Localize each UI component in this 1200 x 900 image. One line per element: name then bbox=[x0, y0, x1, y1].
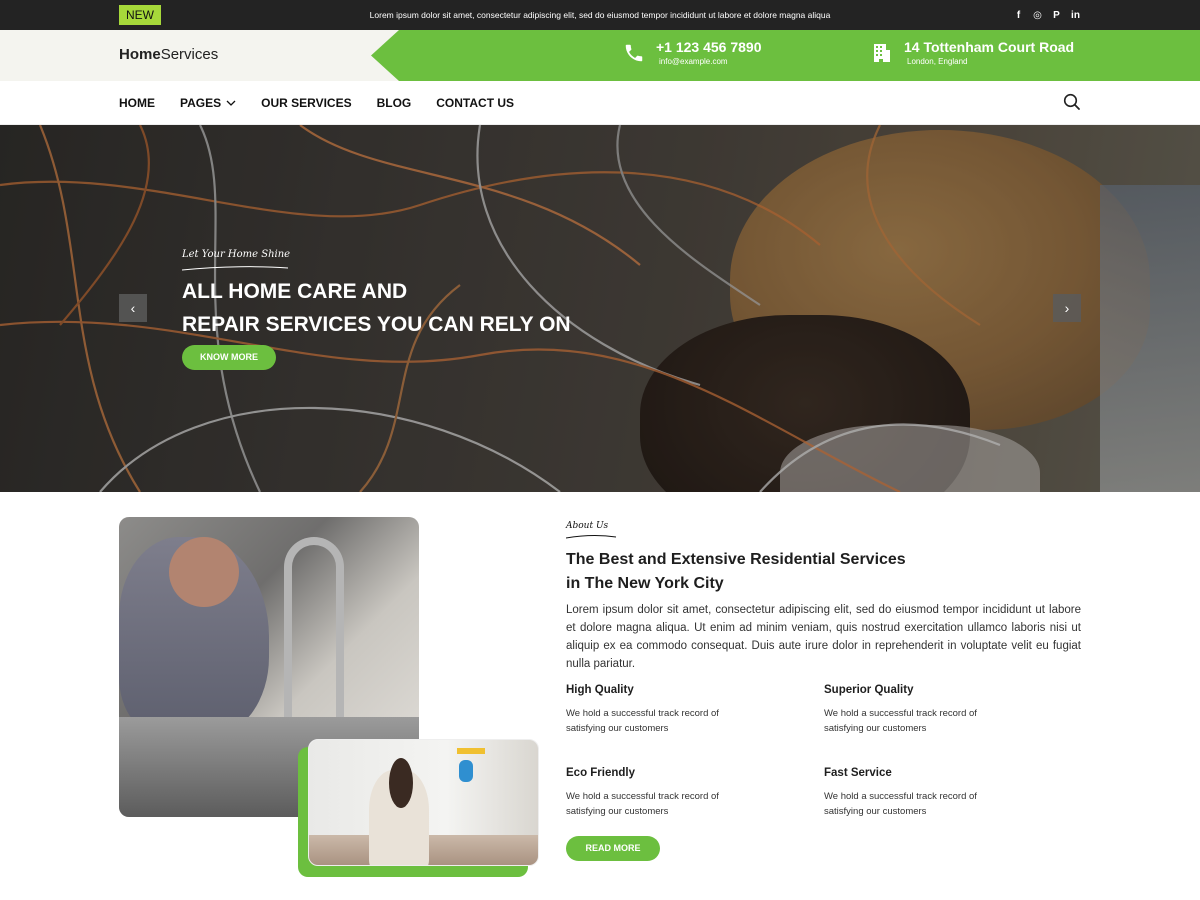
nav-pages-label: PAGES bbox=[180, 96, 222, 110]
feature-description: We hold a successful track record of sat… bbox=[566, 708, 719, 734]
nav-our-services[interactable]: OUR SERVICES bbox=[261, 96, 351, 110]
about-title-line-1: The Best and Extensive Residential Servi… bbox=[566, 551, 906, 568]
nav-blog[interactable]: BLOG bbox=[377, 96, 412, 110]
linkedin-icon[interactable]: in bbox=[1070, 10, 1081, 21]
contact-phone[interactable]: +1 123 456 7890 info@example.com bbox=[622, 38, 762, 68]
slider-next-button[interactable]: › bbox=[1053, 294, 1081, 322]
search-icon[interactable] bbox=[1063, 93, 1081, 113]
feature-description: We hold a successful track record of sat… bbox=[824, 708, 977, 734]
feature-eco-friendly: Eco Friendly We hold a successful track … bbox=[566, 767, 786, 819]
announcement-text: Lorem ipsum dolor sit amet, consectetur … bbox=[369, 10, 831, 20]
chevron-down-icon bbox=[226, 100, 236, 106]
header: HomeServices +1 123 456 7890 info@exampl… bbox=[0, 30, 1200, 81]
feature-title: Eco Friendly bbox=[566, 767, 636, 779]
feature-description: We hold a successful track record of sat… bbox=[824, 791, 977, 817]
nav-contact-us[interactable]: CONTACT US bbox=[436, 96, 514, 110]
nav-home[interactable]: HOME bbox=[119, 96, 155, 110]
address-line: 14 Tottenham Court Road bbox=[904, 39, 1075, 55]
email-address: info@example.com bbox=[659, 57, 728, 66]
feature-title: High Quality bbox=[566, 684, 634, 696]
cleaner-image bbox=[308, 739, 539, 866]
read-more-button[interactable]: READ MORE bbox=[566, 836, 660, 861]
about-title-line-2: in The New York City bbox=[566, 575, 724, 592]
instagram-icon[interactable]: ◎ bbox=[1032, 10, 1043, 21]
pinterest-icon[interactable]: P bbox=[1051, 10, 1062, 21]
site-logo[interactable]: HomeServices bbox=[119, 46, 218, 63]
about-title: The Best and Extensive Residential Servi… bbox=[566, 548, 1086, 596]
hero-title: ALL HOME CARE AND REPAIR SERVICES YOU CA… bbox=[182, 275, 571, 341]
feature-fast-service: Fast Service We hold a successful track … bbox=[824, 767, 1044, 819]
know-more-button[interactable]: KNOW MORE bbox=[182, 345, 276, 370]
about-tagline-underline bbox=[566, 535, 617, 539]
squeegee bbox=[457, 748, 485, 754]
glove bbox=[459, 760, 473, 782]
hero-tagline-underline bbox=[182, 266, 289, 271]
feature-title: Superior Quality bbox=[824, 684, 914, 696]
about-tagline: About Us bbox=[566, 521, 609, 531]
main-nav: HOME PAGES OUR SERVICES BLOG CONTACT US bbox=[0, 81, 1200, 125]
header-accent-strip bbox=[371, 30, 1200, 81]
nav-pages[interactable]: PAGES bbox=[180, 96, 236, 110]
about-paragraph: Lorem ipsum dolor sit amet, consectetur … bbox=[566, 604, 1081, 670]
logo-bold: Home bbox=[119, 46, 161, 63]
contact-address: 14 Tottenham Court Road London, England bbox=[870, 38, 1074, 68]
feature-high-quality: High Quality We hold a successful track … bbox=[566, 684, 786, 736]
social-links: f ◎ P in bbox=[1013, 0, 1081, 30]
new-badge: NEW bbox=[119, 5, 161, 25]
slider-prev-button[interactable]: ‹ bbox=[119, 294, 147, 322]
hero-tagline: Let Your Home Shine bbox=[182, 249, 291, 260]
feature-title: Fast Service bbox=[824, 767, 892, 779]
plumber-head bbox=[169, 537, 239, 607]
address-city: London, England bbox=[907, 57, 968, 66]
hero-title-line-2: REPAIR SERVICES YOU CAN RELY ON bbox=[182, 313, 571, 336]
hero-slider: Let Your Home Shine ALL HOME CARE AND RE… bbox=[0, 125, 1200, 492]
feature-description: We hold a successful track record of sat… bbox=[566, 791, 719, 817]
facebook-icon[interactable]: f bbox=[1013, 10, 1024, 21]
top-bar: NEW Lorem ipsum dolor sit amet, consecte… bbox=[0, 0, 1200, 30]
phone-icon bbox=[622, 39, 646, 67]
cleaner-hair bbox=[389, 758, 413, 808]
feature-superior-quality: Superior Quality We hold a successful tr… bbox=[824, 684, 1044, 736]
hero-title-line-1: ALL HOME CARE AND bbox=[182, 280, 408, 303]
building-icon bbox=[870, 39, 894, 67]
phone-number: +1 123 456 7890 bbox=[656, 39, 762, 55]
logo-rest: Services bbox=[160, 46, 219, 63]
hero-overlay bbox=[0, 125, 1200, 492]
